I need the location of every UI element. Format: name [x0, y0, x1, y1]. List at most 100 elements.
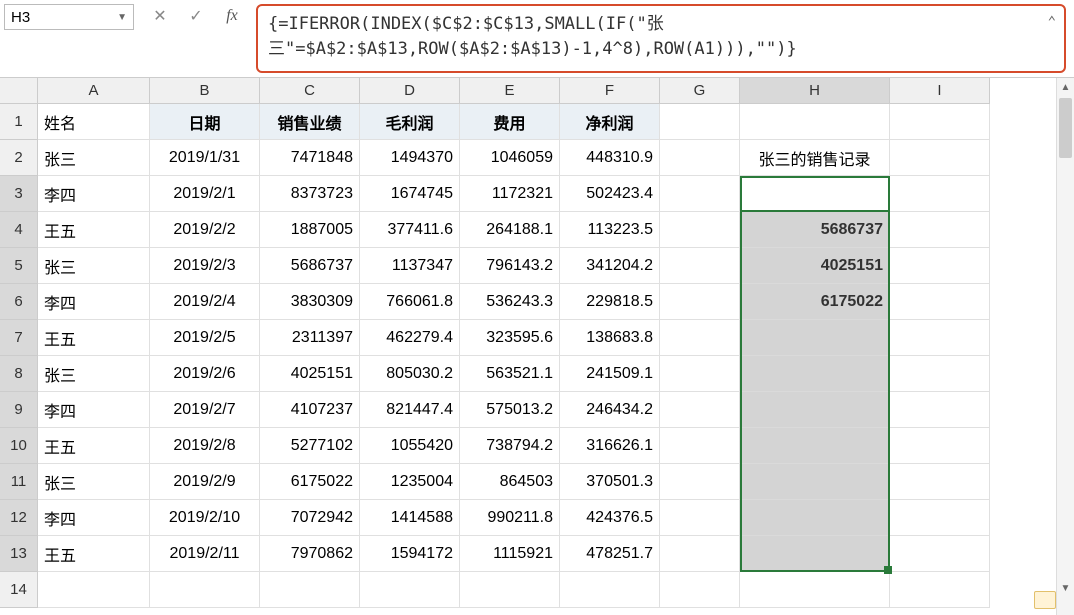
row-header-13[interactable]: 13	[0, 536, 38, 572]
cell[interactable]	[660, 536, 740, 572]
row-header-7[interactable]: 7	[0, 320, 38, 356]
cell[interactable]	[460, 572, 560, 608]
name-box-dropdown-icon[interactable]: ▼	[117, 12, 127, 23]
row-header-12[interactable]: 12	[0, 500, 38, 536]
cell[interactable]: 2019/2/7	[150, 392, 260, 428]
cell[interactable]: 1172321	[460, 176, 560, 212]
cell[interactable]: 2019/2/4	[150, 284, 260, 320]
cell-H6[interactable]: 6175022	[740, 284, 890, 320]
row-header-8[interactable]: 8	[0, 356, 38, 392]
cell[interactable]: 王五	[38, 536, 150, 572]
formula-input[interactable]: {=IFERROR(INDEX($C$2:$C$13,SMALL(IF("张三"…	[256, 4, 1066, 73]
cell[interactable]	[890, 572, 990, 608]
cell[interactable]	[660, 428, 740, 464]
cell[interactable]: 316626.1	[560, 428, 660, 464]
scroll-down-icon[interactable]: ▼	[1057, 579, 1074, 597]
cell[interactable]: 1055420	[360, 428, 460, 464]
cell[interactable]	[890, 212, 990, 248]
cell[interactable]: 462279.4	[360, 320, 460, 356]
scroll-up-icon[interactable]: ▲	[1057, 78, 1074, 96]
cell[interactable]: 2019/2/10	[150, 500, 260, 536]
cell[interactable]: 7471848	[260, 140, 360, 176]
cell[interactable]: 575013.2	[460, 392, 560, 428]
cell[interactable]: 2019/2/5	[150, 320, 260, 356]
cell[interactable]	[38, 572, 150, 608]
row-header-2[interactable]: 2	[0, 140, 38, 176]
cell[interactable]: 448310.9	[560, 140, 660, 176]
enter-icon[interactable]: ✓	[186, 6, 206, 26]
col-header-B[interactable]: B	[150, 78, 260, 104]
cell[interactable]: 264188.1	[460, 212, 560, 248]
cell[interactable]: 138683.8	[560, 320, 660, 356]
select-all-corner[interactable]	[0, 78, 38, 104]
cell[interactable]: 1115921	[460, 536, 560, 572]
cell[interactable]	[890, 464, 990, 500]
cell[interactable]: 王五	[38, 212, 150, 248]
cell-G1[interactable]	[660, 104, 740, 140]
cell[interactable]	[890, 176, 990, 212]
cell[interactable]: 6175022	[260, 464, 360, 500]
cell[interactable]	[890, 356, 990, 392]
cell[interactable]: 李四	[38, 500, 150, 536]
col-header-G[interactable]: G	[660, 78, 740, 104]
cell[interactable]: 738794.2	[460, 428, 560, 464]
cell[interactable]	[360, 572, 460, 608]
cell[interactable]: 8373723	[260, 176, 360, 212]
row-header-9[interactable]: 9	[0, 392, 38, 428]
cell[interactable]	[660, 572, 740, 608]
cell[interactable]	[660, 392, 740, 428]
cell[interactable]: 821447.4	[360, 392, 460, 428]
cell-D1[interactable]: 毛利润	[360, 104, 460, 140]
cell[interactable]: 7072942	[260, 500, 360, 536]
cell[interactable]: 2019/2/8	[150, 428, 260, 464]
cell[interactable]: 229818.5	[560, 284, 660, 320]
col-header-A[interactable]: A	[38, 78, 150, 104]
cell[interactable]: 李四	[38, 392, 150, 428]
cell[interactable]: 864503	[460, 464, 560, 500]
cell[interactable]	[890, 320, 990, 356]
cell-H11[interactable]	[740, 464, 890, 500]
smart-tag-icon[interactable]	[1034, 591, 1056, 609]
cell[interactable]: 1235004	[360, 464, 460, 500]
cell[interactable]	[890, 392, 990, 428]
cell[interactable]: 1674745	[360, 176, 460, 212]
cell-H12[interactable]	[740, 500, 890, 536]
cell-H3[interactable]: 7471848	[740, 176, 890, 212]
cell[interactable]: 7970862	[260, 536, 360, 572]
cell[interactable]: 563521.1	[460, 356, 560, 392]
spreadsheet[interactable]: A B C D E F G H I 1 2 3 4 5 6 7	[0, 78, 1074, 615]
cell[interactable]	[890, 284, 990, 320]
cell[interactable]	[660, 500, 740, 536]
cell[interactable]: 796143.2	[460, 248, 560, 284]
cell-A1[interactable]: 姓名	[38, 104, 150, 140]
col-header-H[interactable]: H	[740, 78, 890, 104]
cell-H1[interactable]	[740, 104, 890, 140]
cell[interactable]: 536243.3	[460, 284, 560, 320]
col-header-C[interactable]: C	[260, 78, 360, 104]
cell-C1[interactable]: 销售业绩	[260, 104, 360, 140]
col-header-D[interactable]: D	[360, 78, 460, 104]
row-header-3[interactable]: 3	[0, 176, 38, 212]
cell-H2[interactable]: 张三的销售记录	[740, 140, 890, 176]
cell[interactable]: 3830309	[260, 284, 360, 320]
cell-H10[interactable]	[740, 428, 890, 464]
cell[interactable]	[660, 176, 740, 212]
cell[interactable]: 424376.5	[560, 500, 660, 536]
cell[interactable]: 478251.7	[560, 536, 660, 572]
cell[interactable]: 1494370	[360, 140, 460, 176]
cancel-icon[interactable]: ✕	[150, 6, 170, 26]
cell[interactable]: 2019/2/1	[150, 176, 260, 212]
cell[interactable]: 2019/2/9	[150, 464, 260, 500]
cell[interactable]	[890, 248, 990, 284]
cell[interactable]	[660, 248, 740, 284]
col-header-I[interactable]: I	[890, 78, 990, 104]
cell[interactable]: 王五	[38, 320, 150, 356]
cell[interactable]	[890, 536, 990, 572]
col-header-E[interactable]: E	[460, 78, 560, 104]
cell[interactable]: 张三	[38, 140, 150, 176]
cell-H13[interactable]	[740, 536, 890, 572]
cell[interactable]: 377411.6	[360, 212, 460, 248]
row-header-10[interactable]: 10	[0, 428, 38, 464]
cell-E1[interactable]: 费用	[460, 104, 560, 140]
cell[interactable]	[660, 464, 740, 500]
